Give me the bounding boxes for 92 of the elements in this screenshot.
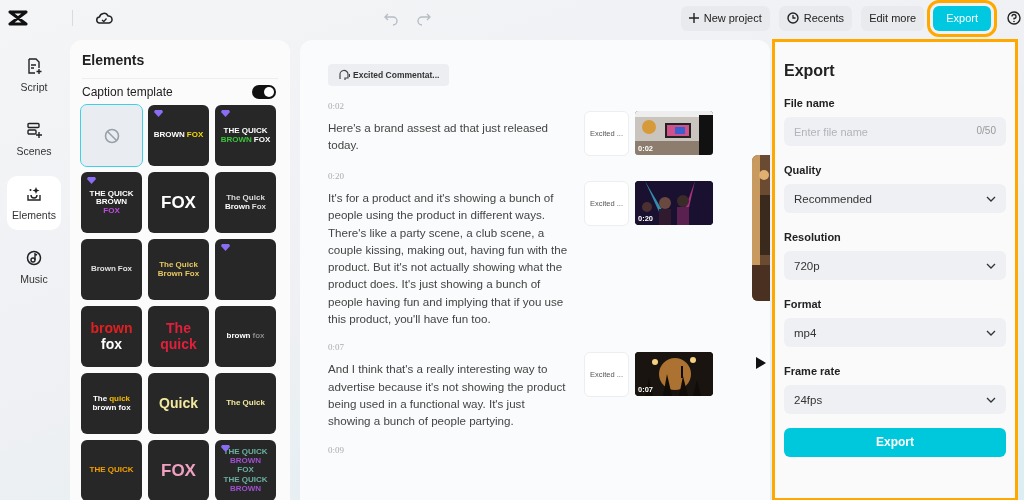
caption-preview-word: Fox: [117, 265, 133, 274]
caption-preview-word: THE QUICK: [223, 127, 268, 136]
chevron-down-icon: [986, 329, 996, 336]
caption-preview-word: brown: [90, 321, 133, 336]
caption-preview-word: BROWN: [220, 135, 252, 144]
chevron-down-icon: [986, 262, 996, 269]
caption-preview-word: FOX: [161, 193, 196, 212]
timestamp: 0:09: [328, 444, 345, 455]
caption-preview-word: FOX: [253, 135, 271, 144]
music-note-icon: [26, 249, 42, 267]
play-icon[interactable]: [756, 357, 766, 369]
caption-template-tile[interactable]: brown fox: [215, 306, 276, 367]
caption-template-tile[interactable]: FOX: [148, 172, 209, 233]
section-label: Caption template: [82, 85, 173, 99]
caption-preview-word: THE QUICK: [223, 475, 268, 485]
caption-template-tile[interactable]: BROWN FOX: [148, 105, 209, 166]
caption-preview-word: The Quick Brown Fox: [156, 261, 201, 278]
dropdown[interactable]: 720p: [784, 251, 1006, 280]
plus-icon: [688, 13, 699, 23]
caption-preview-word: quick: [160, 337, 197, 352]
field-label: Format: [784, 298, 823, 310]
chevron-down-icon: [986, 396, 996, 403]
sidebar-item[interactable]: Elements: [7, 176, 61, 230]
caption-template-tile[interactable]: Quick: [148, 373, 209, 434]
caption-preview-word: FOX: [186, 131, 204, 140]
field-label: Frame rate: [784, 365, 842, 377]
speaking-head-icon: [338, 69, 350, 81]
caption-preview-word: The: [166, 321, 191, 336]
caption-preview-word: brown fox: [92, 404, 131, 413]
caption-template-tile[interactable]: Brown Fox: [81, 239, 142, 300]
caption-preview-word: fox: [101, 337, 122, 352]
caption-preview-word: BROWN: [229, 485, 262, 494]
caption-preview-word: BROWN: [229, 456, 262, 466]
caption-preview-word: BROWN: [153, 131, 185, 140]
toggle-switch[interactable]: [252, 85, 276, 99]
caption-preview-word: fox: [252, 332, 265, 341]
cloud-icon[interactable]: [95, 11, 113, 25]
caption-template-tile[interactable]: THE QUICK BROWN FOX: [81, 172, 142, 233]
caption-preview-word: quick: [109, 394, 131, 403]
caption-preview-word: Brown: [90, 265, 116, 274]
timestamp: 0:20: [328, 171, 345, 181]
caption-template-tile[interactable]: The Quick Brown Fox: [148, 239, 209, 300]
clock-icon: [786, 12, 799, 24]
sidebar-item[interactable]: Script: [7, 48, 61, 102]
help-icon[interactable]: [1007, 11, 1021, 25]
sidebar-item[interactable]: Scenes: [7, 112, 61, 166]
field-label: File name: [784, 97, 836, 109]
timestamp: 0:02: [328, 101, 345, 111]
caption-template-tile[interactable]: The quick brown fox: [81, 373, 142, 434]
caption-template-tile[interactable]: brown fox: [81, 306, 142, 367]
recents-button[interactable]: Recents: [778, 5, 853, 31]
dropdown[interactable]: Recommended: [784, 184, 1006, 213]
new-project-button[interactable]: New project: [680, 5, 770, 31]
sidebar-item[interactable]: Music: [7, 240, 61, 294]
caption-preview-word: brown: [226, 332, 251, 341]
caption-template-tile[interactable]: THE QUICK BROWN FOX: [215, 105, 276, 166]
caption-template-tile[interactable]: [81, 105, 142, 166]
caption-template-tile[interactable]: The Quick Brown Fox: [215, 172, 276, 233]
caption-template-tile[interactable]: FOX: [148, 440, 209, 500]
character-counter: 0/50: [976, 125, 996, 136]
field-label: Resolution: [784, 231, 842, 243]
list-plus-icon: [26, 121, 42, 139]
caption-preview-word: Fox: [251, 202, 267, 211]
caption-preview-word: FOX: [161, 461, 196, 480]
prohibited-icon: [103, 127, 120, 144]
script-paragraph: And I think that's a really interesting way to advertise because it's not showing the product being used in a functional way. It's just showing a bunch of people partying.: [328, 361, 567, 430]
caption-preview-word: The Quick: [226, 194, 265, 203]
timestamp: 0:07: [328, 342, 345, 353]
logo-icon: [8, 10, 28, 26]
caption-preview-word: Quick: [159, 396, 198, 411]
document-plus-icon: [26, 57, 42, 75]
caption-preview-word: Brown: [224, 202, 250, 211]
sparkle-tray-icon: [26, 185, 42, 203]
caption-preview-word: The Quick: [226, 399, 265, 408]
caption-template-tile[interactable]: THE QUICK: [81, 440, 142, 500]
chevron-down-icon: [986, 195, 996, 202]
panel-title: Elements: [82, 52, 278, 79]
panel-title: Export: [784, 62, 836, 80]
dropdown[interactable]: 24fps: [784, 385, 1006, 414]
voice-selector[interactable]: Excited Commentat...: [328, 64, 450, 86]
caption-template-tile[interactable]: The Quick: [215, 373, 276, 434]
script-paragraph: Here's a brand assest ad that just released today.: [328, 120, 550, 154]
caption-preview-word: FOX: [237, 466, 254, 475]
field-label: Quality: [784, 164, 823, 176]
edit-more-button[interactable]: Edit more: [861, 5, 925, 31]
script-paragraph: It's for a product and it's showing a bunch of people using the product in different ways. There's like a party scene, a club scene, a couple kissing, making out, having fun with the product. But it's not actually showing what the product does. It's just showing a bunch of people having fun and implying that if you use this product, you'll have fun too.: [328, 190, 569, 328]
caption-template-tile[interactable]: [215, 239, 276, 300]
dropdown[interactable]: mp4: [784, 318, 1006, 347]
caption-preview-word: THE QUICK: [89, 466, 134, 475]
caption-preview-word: FOX: [103, 206, 120, 216]
caption-preview-word: THE QUICK BROWN: [88, 189, 135, 207]
caption-preview-word: The: [92, 394, 108, 403]
